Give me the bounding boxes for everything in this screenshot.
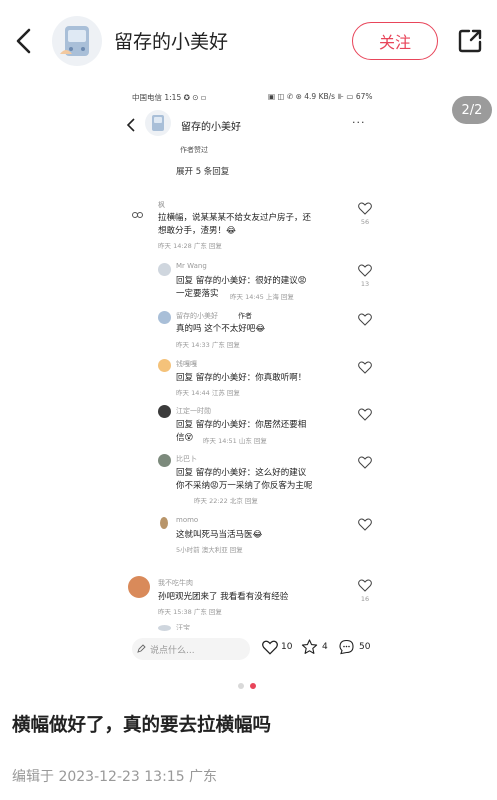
comment-text: 拉横幅，说某某某不给女友过户房子，还	[158, 213, 312, 223]
author-name[interactable]: 留存的小美好	[114, 27, 228, 54]
comment-input-placeholder: 说点什么...	[150, 645, 195, 656]
post-edit-date: 编辑于 2023-12-23 13:15 广东	[12, 769, 218, 785]
avatar	[158, 454, 171, 467]
avatar	[158, 263, 171, 276]
carousel-dot-active[interactable]	[250, 683, 256, 689]
like-count: 13	[360, 280, 370, 288]
comment-author: 汪宝	[176, 624, 190, 630]
heart-icon[interactable]	[358, 579, 372, 592]
status-bar-left: 中国电信 1:15 ✪ ⊙ ▫	[132, 93, 207, 102]
author-tag: 作者	[238, 312, 252, 320]
inner-avatar	[145, 110, 171, 136]
share-icon[interactable]	[456, 27, 484, 55]
star-total: 4	[322, 642, 328, 652]
heart-icon[interactable]	[358, 313, 372, 326]
comment-author: 江定一时勋	[176, 407, 211, 415]
like-count: 16	[360, 595, 370, 603]
pencil-icon	[137, 644, 146, 653]
comment-input: 说点什么...	[132, 638, 250, 660]
top-bar: 留存的小美好 关注	[0, 0, 497, 82]
more-icon: ···	[352, 116, 366, 129]
comment-text: 回复 留存的小美好：你真敢听啊！	[176, 373, 307, 383]
comment-author: momo	[176, 516, 199, 524]
like-count: 56	[360, 218, 370, 226]
avatar	[158, 359, 171, 372]
image-pager: 2/2	[452, 96, 492, 124]
author-liked-label: 作者赞过	[180, 146, 208, 154]
carousel-dot[interactable]	[238, 683, 244, 689]
comment-author: 枫	[158, 201, 165, 209]
heart-icon[interactable]	[358, 456, 372, 469]
avatar	[128, 576, 150, 598]
comment-meta: 昨天 14:28 广东 回复	[158, 242, 222, 250]
status-bar-right: ▣ ◫ ✆ ⊛ 4.9 KB/s ⊪ ▭ 67%	[268, 92, 373, 101]
comment-meta: 昨天 14:45 上海 回复	[230, 293, 294, 301]
comment-text-line2: 你不采纳😡万一采纳了你反客为主呢	[176, 481, 313, 491]
comment-meta: 5小时前 澳大利亚 回复	[176, 546, 243, 554]
comment-text: 这就叫死马当活马医😂	[176, 530, 263, 540]
comment-text-line2: 信😵	[176, 433, 194, 443]
comment-text: 回复 留存的小美好：你居然还要相	[176, 420, 307, 430]
comment-icon	[339, 639, 354, 655]
comment-total: 50	[359, 642, 371, 652]
comment-meta: 昨天 15:38 广东 回复	[158, 608, 222, 616]
comment-text-line2: 一定要落实	[176, 289, 219, 299]
expand-replies: 展开 5 条回复	[176, 167, 230, 177]
comment-author: 钱嘎嘎	[176, 360, 197, 368]
post-title: 横幅做好了，真的要去拉横幅吗	[12, 715, 272, 736]
comment-meta: 昨天 22:22 北京 回复	[194, 497, 258, 505]
comment-author: 比巴卜	[176, 455, 197, 463]
author-avatar[interactable]	[52, 16, 102, 66]
avatar	[160, 517, 168, 529]
comment-author: 留存的小美好	[176, 312, 218, 320]
star-icon	[301, 639, 318, 654]
heart-icon[interactable]	[358, 361, 372, 374]
avatar	[158, 311, 171, 324]
avatar	[158, 405, 171, 418]
comment-meta: 昨天 14:33 广东 回复	[176, 341, 240, 349]
follow-button[interactable]: 关注	[352, 22, 438, 60]
comment-text-line2: 想敢分手，渣男！😂	[158, 226, 236, 236]
comment-meta: 昨天 14:51 山东 回复	[203, 437, 267, 445]
heart-icon[interactable]	[358, 264, 372, 277]
heart-icon[interactable]	[358, 408, 372, 421]
comment-text: 回复 留存的小美好：这么好的建议	[176, 468, 307, 478]
like-total: 10	[281, 642, 293, 652]
post-image[interactable]: 中国电信 1:15 ✪ ⊙ ▫ ▣ ◫ ✆ ⊛ 4.9 KB/s ⊪ ▭ 67%…	[118, 82, 386, 664]
inner-username: 留存的小美好	[181, 122, 241, 133]
comment-text: 回复 留存的小美好：很好的建议😡	[176, 276, 307, 286]
like-icon	[262, 640, 278, 655]
heart-icon[interactable]	[358, 202, 372, 215]
comment-text: 真的吗 这个不太好吧😂	[176, 324, 266, 334]
back-icon[interactable]	[12, 26, 36, 56]
avatar	[158, 625, 171, 631]
avatar	[132, 205, 146, 218]
inner-back-icon	[126, 118, 135, 132]
heart-icon[interactable]	[358, 518, 372, 531]
comment-author: Mr Wang	[176, 262, 207, 270]
comment-meta: 昨天 14:44 江苏 回复	[176, 389, 240, 397]
comment-author: 我不吃牛肉	[158, 579, 193, 587]
comment-text: 孙吧观光团来了 我看看有没有经验	[158, 592, 289, 602]
